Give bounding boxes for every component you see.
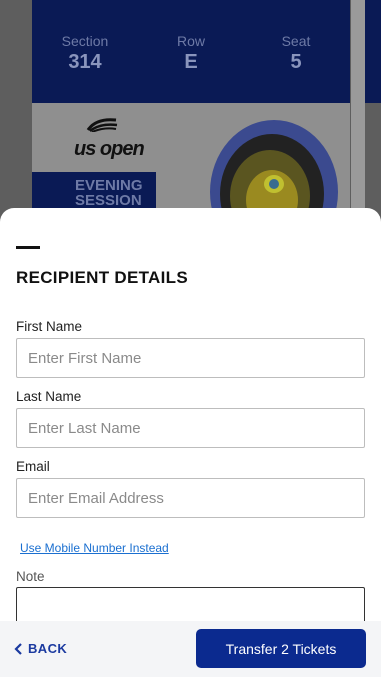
ticket-card: i Section 314 Row E Seat 5 us open EVENI… (32, 0, 371, 240)
seat-value: 5 (290, 51, 302, 73)
ticket-header: i Section 314 Row E Seat 5 (32, 0, 371, 103)
note-label: Note (16, 569, 45, 584)
last-name-label: Last Name (16, 389, 82, 404)
section-info: Section 314 (45, 33, 125, 74)
section-label: Section (61, 33, 109, 49)
tennis-ball-icon (86, 118, 118, 132)
use-mobile-number-link[interactable]: Use Mobile Number Instead (20, 541, 169, 555)
last-name-input[interactable] (16, 408, 365, 448)
next-ticket-edge (365, 0, 381, 103)
recipient-sheet: RECIPIENT DETAILS First Name Last Name E… (0, 208, 381, 677)
seat-label: Seat (281, 33, 311, 49)
sheet-title: RECIPIENT DETAILS (16, 268, 188, 287)
email-label: Email (16, 459, 50, 474)
us-open-logo: us open (74, 114, 154, 164)
row-label: Row (176, 33, 205, 49)
ticket-edge (351, 0, 365, 240)
first-name-label: First Name (16, 319, 83, 334)
chevron-left-icon (14, 642, 22, 655)
back-label: BACK (28, 641, 68, 656)
email-input[interactable] (16, 478, 365, 518)
section-value: 314 (68, 51, 102, 73)
first-name-input[interactable] (16, 338, 365, 378)
transfer-tickets-button[interactable]: Transfer 2 Tickets (196, 629, 366, 668)
back-button[interactable]: BACK (14, 641, 67, 656)
logo-text: us open (74, 138, 145, 160)
footer-bar: BACK Transfer 2 Tickets (0, 621, 381, 677)
seat-info: Seat 5 (256, 33, 336, 74)
row-info: Row E (151, 33, 231, 74)
row-value: E (184, 51, 198, 73)
sheet-handle[interactable] (16, 246, 40, 249)
